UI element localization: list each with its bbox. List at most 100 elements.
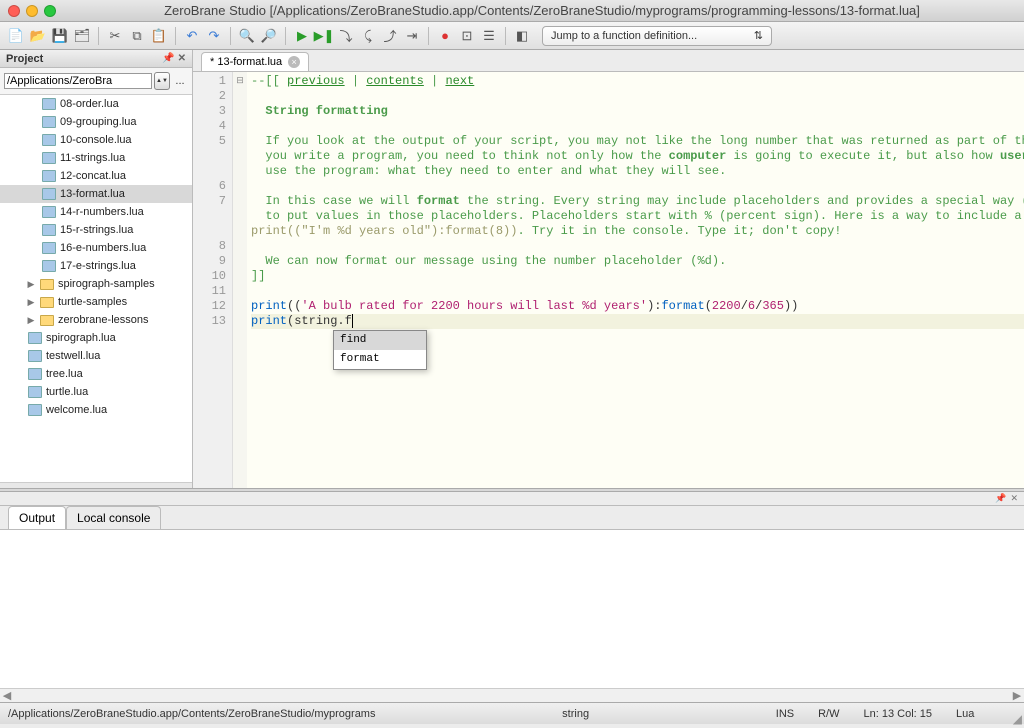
scroll-right-icon[interactable]: ▶ [1010, 689, 1024, 702]
tree-item[interactable]: 17-e-strings.lua [0, 257, 192, 275]
undo-icon[interactable]: ↶ [182, 26, 202, 46]
tree-item-label: 10-console.lua [60, 134, 132, 146]
tree-item[interactable]: turtle.lua [0, 383, 192, 401]
step-out-icon[interactable]: ⤴ [380, 26, 400, 46]
status-path: /Applications/ZeroBraneStudio.app/Conten… [8, 708, 375, 720]
separator [428, 27, 429, 45]
path-stepper[interactable]: ▲▼ [154, 72, 170, 90]
file-icon [42, 188, 56, 200]
tree-item-label: 15-r-strings.lua [60, 224, 133, 236]
debug-icon[interactable]: ▶❚ [314, 26, 334, 46]
tree-item-label: 17-e-strings.lua [60, 260, 136, 272]
file-icon [42, 242, 56, 254]
fold-column[interactable]: ⊟ [233, 72, 247, 488]
autocomplete-item[interactable]: find [334, 331, 426, 350]
tab-output[interactable]: Output [8, 506, 66, 529]
tab-label: * 13-format.lua [210, 56, 282, 68]
status-position: Ln: 13 Col: 15 [864, 708, 933, 720]
step-over-icon[interactable]: ⤵ [336, 26, 356, 46]
cut-icon[interactable]: ✂ [105, 26, 125, 46]
file-icon [42, 152, 56, 164]
tree-item[interactable]: tree.lua [0, 365, 192, 383]
run-icon[interactable]: ▶ [292, 26, 312, 46]
tree-item[interactable]: testwell.lua [0, 347, 192, 365]
tab-active[interactable]: * 13-format.lua × [201, 52, 309, 71]
tree-item[interactable]: 13-format.lua [0, 185, 192, 203]
break-icon[interactable]: ⊡ [457, 26, 477, 46]
tree-item[interactable]: 11-strings.lua [0, 149, 192, 167]
copy-icon[interactable]: ⧉ [127, 26, 147, 46]
replace-icon[interactable]: 🔎 [259, 26, 279, 46]
source-text[interactable]: --[[ previous | contents | next String f… [247, 72, 1024, 488]
tree-item[interactable]: ▶zerobrane-lessons [0, 311, 192, 329]
step-into-icon[interactable]: ⤹ [358, 26, 378, 46]
sidebar-title: Project [6, 53, 43, 65]
status-bar: /Applications/ZeroBraneStudio.app/Conten… [0, 702, 1024, 724]
file-icon [28, 332, 42, 344]
autocomplete-popup[interactable]: find format [333, 330, 427, 370]
open-file-icon[interactable]: 📂 [28, 26, 48, 46]
file-icon [28, 368, 42, 380]
zoom-window-button[interactable] [44, 5, 56, 17]
file-icon [28, 404, 42, 416]
folder-icon [40, 315, 54, 326]
folder-icon [40, 297, 54, 308]
project-dir-icon[interactable]: ◧ [512, 26, 532, 46]
file-tree[interactable]: 08-order.lua 09-grouping.lua 10-console.lu… [0, 95, 192, 482]
output-scrollbar[interactable]: ◀ ▶ [0, 688, 1024, 702]
tree-item-label: 09-grouping.lua [60, 116, 136, 128]
minimize-window-button[interactable] [26, 5, 38, 17]
dropdown-arrows-icon: ⇅ [754, 29, 763, 42]
stack-icon[interactable]: ☰ [479, 26, 499, 46]
close-icon[interactable]: ✕ [1010, 493, 1018, 504]
close-window-button[interactable] [8, 5, 20, 17]
tree-item[interactable]: 08-order.lua [0, 95, 192, 113]
redo-icon[interactable]: ↷ [204, 26, 224, 46]
scroll-left-icon[interactable]: ◀ [0, 689, 14, 702]
project-path-input[interactable] [4, 73, 152, 89]
editor-pane: * 13-format.lua × 12345 67 8910111213 ⊟ … [193, 50, 1024, 488]
file-icon [42, 224, 56, 236]
tree-item-label: testwell.lua [46, 350, 100, 362]
pin-icon[interactable]: 📌 ✕ [162, 53, 186, 64]
tree-item-label: 08-order.lua [60, 98, 119, 110]
file-icon [42, 134, 56, 146]
tree-item-label: 12-concat.lua [60, 170, 126, 182]
tree-item[interactable]: welcome.lua [0, 401, 192, 419]
tree-item[interactable]: ▶turtle-samples [0, 293, 192, 311]
file-icon [42, 116, 56, 128]
save-icon[interactable]: 💾 [50, 26, 70, 46]
stop-icon[interactable]: ● [435, 26, 455, 46]
find-icon[interactable]: 🔍 [237, 26, 257, 46]
output-body[interactable] [0, 530, 1024, 688]
paste-icon[interactable]: 📋 [149, 26, 169, 46]
run-to-cursor-icon[interactable]: ⇥ [402, 26, 422, 46]
browse-button[interactable]: ... [172, 75, 188, 87]
code-editor[interactable]: 12345 67 8910111213 ⊟ --[[ previous | co… [193, 72, 1024, 488]
window-controls [8, 5, 56, 17]
window-title: ZeroBrane Studio [/Applications/ZeroBran… [68, 3, 1016, 18]
new-file-icon[interactable]: 📄 [6, 26, 26, 46]
status-ins: INS [776, 708, 794, 720]
tree-item[interactable]: 10-console.lua [0, 131, 192, 149]
tab-close-icon[interactable]: × [288, 56, 300, 68]
tree-item[interactable]: 16-e-numbers.lua [0, 239, 192, 257]
tree-item-label: turtle.lua [46, 386, 88, 398]
tree-item[interactable]: 14-r-numbers.lua [0, 203, 192, 221]
save-all-icon[interactable]: 🗂 [72, 26, 92, 46]
resize-grip-icon[interactable]: ◢ [1013, 712, 1022, 726]
autocomplete-item[interactable]: format [334, 350, 426, 369]
tree-item-label: 13-format.lua [60, 188, 125, 200]
tree-item[interactable]: spirograph.lua [0, 329, 192, 347]
tree-item[interactable]: 12-concat.lua [0, 167, 192, 185]
pin-icon[interactable]: 📌 [995, 493, 1006, 504]
output-tabbar: Output Local console [0, 506, 1024, 530]
tree-scrollbar[interactable] [0, 482, 192, 488]
editor-tabbar: * 13-format.lua × [193, 50, 1024, 72]
tree-item[interactable]: 09-grouping.lua [0, 113, 192, 131]
function-jump-dropdown[interactable]: Jump to a function definition... ⇅ [542, 26, 772, 46]
tree-item[interactable]: ▶spirograph-samples [0, 275, 192, 293]
folder-icon [40, 279, 54, 290]
tree-item[interactable]: 15-r-strings.lua [0, 221, 192, 239]
tab-local-console[interactable]: Local console [66, 506, 161, 529]
